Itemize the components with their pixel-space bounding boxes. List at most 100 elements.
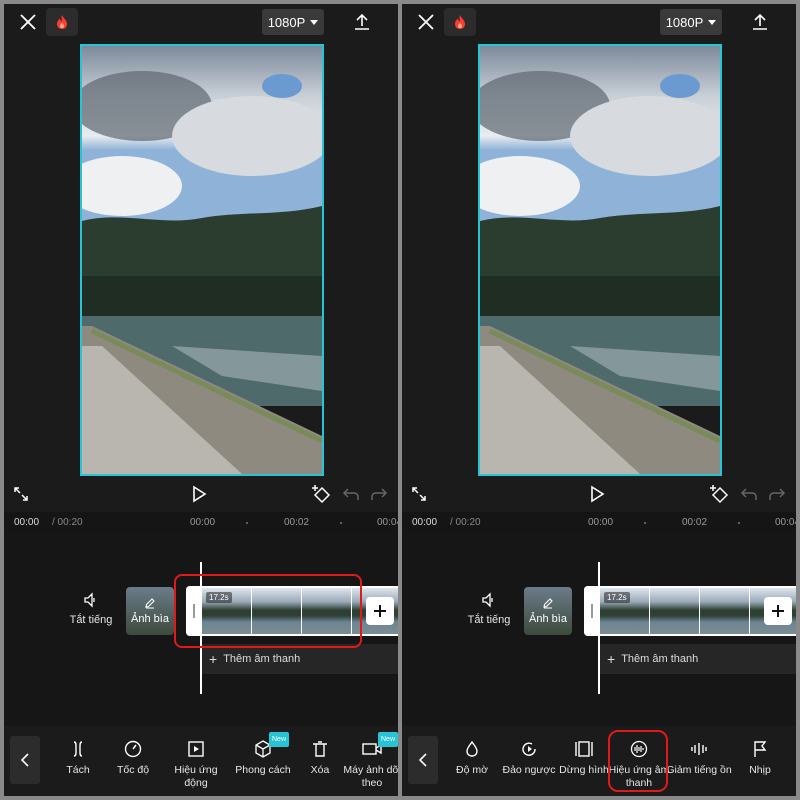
tool-label: Máy ảnh dõi theo bbox=[343, 764, 398, 789]
speed-icon bbox=[124, 740, 142, 758]
editor-panel-right: 1080P 00:00 / 00:20 00:00 00:02 00:0 Tắt… bbox=[402, 4, 796, 796]
chevron-left-icon bbox=[418, 753, 427, 767]
add-clip-button[interactable] bbox=[764, 597, 792, 625]
time-ruler: 00:00 / 00:20 00:00 00:02 00:04 bbox=[4, 512, 398, 532]
highlight-box-clip bbox=[174, 574, 362, 648]
add-clip-button[interactable] bbox=[366, 597, 394, 625]
tool-noise-reduction[interactable]: Giảm tiếng ồn bbox=[665, 740, 733, 777]
undo-icon[interactable] bbox=[740, 486, 760, 504]
add-audio-button[interactable]: + Thêm âm thanh bbox=[599, 644, 796, 674]
preview-scene bbox=[82, 46, 322, 474]
clip-frame bbox=[650, 588, 699, 634]
keyframe-icon[interactable] bbox=[311, 484, 335, 506]
close-icon[interactable] bbox=[16, 10, 40, 34]
ruler-dot bbox=[246, 522, 248, 524]
pencil-icon bbox=[145, 598, 155, 609]
clip-frame bbox=[700, 588, 749, 634]
tool-camera-track[interactable]: New Máy ảnh dõi theo bbox=[340, 732, 398, 790]
total-time: / 00:20 bbox=[450, 517, 481, 528]
pencil-icon bbox=[543, 598, 553, 609]
mute-label: Tắt tiếng bbox=[467, 614, 511, 626]
caret-down-icon bbox=[708, 19, 717, 25]
add-audio-button[interactable]: + Thêm âm thanh bbox=[201, 644, 398, 674]
speaker-icon bbox=[84, 592, 95, 608]
add-audio-label: Thêm âm thanh bbox=[223, 653, 301, 665]
fire-icon[interactable] bbox=[444, 8, 476, 36]
back-button[interactable] bbox=[408, 736, 438, 784]
tool-label: Giảm tiếng ồn bbox=[666, 764, 732, 776]
noise-reduction-icon bbox=[691, 743, 707, 755]
highlight-box-voice-effect bbox=[608, 730, 668, 792]
tool-speed[interactable]: Tốc độ bbox=[99, 740, 167, 777]
fullscreen-icon[interactable] bbox=[411, 486, 429, 504]
time-ruler: 00:00 / 00:20 00:00 00:02 00:04 bbox=[402, 512, 796, 532]
speaker-icon bbox=[482, 592, 493, 608]
redo-icon[interactable] bbox=[370, 486, 390, 504]
redo-icon[interactable] bbox=[768, 486, 788, 504]
resolution-label: 1080P bbox=[267, 14, 306, 30]
split-icon bbox=[73, 741, 83, 757]
cover-label: Ảnh bìa bbox=[131, 613, 169, 625]
flag-icon bbox=[754, 741, 767, 757]
plus-icon: + bbox=[607, 651, 616, 667]
video-preview[interactable] bbox=[478, 44, 722, 476]
reverse-icon bbox=[522, 742, 536, 756]
cover-button[interactable]: Ảnh bìa bbox=[524, 587, 572, 635]
export-icon[interactable] bbox=[350, 10, 374, 34]
playhead[interactable] bbox=[598, 562, 600, 694]
ruler-tick: 00:04 bbox=[377, 517, 398, 528]
tool-label: Đảo ngược bbox=[502, 764, 556, 776]
mute-button[interactable]: Tắt tiếng bbox=[66, 592, 116, 626]
ruler-tick: 00:00 bbox=[190, 517, 216, 528]
cover-button[interactable]: Ảnh bìa bbox=[126, 587, 174, 635]
tool-label: Xóa bbox=[310, 764, 330, 776]
opacity-icon bbox=[466, 740, 478, 757]
tool-label: Dừng hình bbox=[559, 764, 609, 776]
add-audio-label: Thêm âm thanh bbox=[621, 653, 699, 665]
fire-icon[interactable] bbox=[46, 8, 78, 36]
tool-label: Tốc độ bbox=[116, 764, 150, 776]
export-icon[interactable] bbox=[748, 10, 772, 34]
ruler-dot bbox=[644, 522, 646, 524]
ruler-tick: 00:02 bbox=[284, 517, 310, 528]
tool-animation[interactable]: Hiệu ứng động bbox=[162, 740, 230, 790]
tool-label: Tách bbox=[66, 764, 90, 776]
new-badge: New bbox=[378, 732, 398, 747]
editor-panel-left: 1080P 00:00 / 00:20 00:00 00:02 00:0 Tắt… bbox=[4, 4, 398, 796]
ruler-dot bbox=[340, 522, 342, 524]
top-bar: 1080P bbox=[4, 4, 398, 44]
video-preview[interactable] bbox=[80, 44, 324, 476]
clip-duration: 17.2s bbox=[604, 592, 630, 603]
ruler-tick: 00:00 bbox=[588, 517, 614, 528]
mute-button[interactable]: Tắt tiếng bbox=[464, 592, 514, 626]
close-icon[interactable] bbox=[414, 10, 438, 34]
top-bar: 1080P bbox=[402, 4, 796, 44]
plus-icon bbox=[772, 605, 784, 617]
freeze-icon bbox=[575, 741, 593, 757]
play-icon[interactable] bbox=[190, 485, 210, 505]
tool-label: Độ mờ bbox=[456, 764, 488, 776]
total-time: / 00:20 bbox=[52, 517, 83, 528]
caret-down-icon bbox=[310, 19, 319, 25]
cover-label: Ảnh bìa bbox=[529, 613, 567, 625]
fullscreen-icon[interactable] bbox=[13, 486, 31, 504]
tool-beat[interactable]: Nhịp bbox=[726, 740, 794, 777]
plus-icon: + bbox=[209, 651, 218, 667]
play-icon[interactable] bbox=[588, 485, 608, 505]
current-time: 00:00 bbox=[14, 517, 40, 528]
keyframe-icon[interactable] bbox=[709, 484, 733, 506]
tool-label: Nhịp bbox=[749, 764, 771, 776]
back-button[interactable] bbox=[10, 736, 40, 784]
mute-label: Tắt tiếng bbox=[69, 614, 113, 626]
resolution-dropdown[interactable]: 1080P bbox=[660, 9, 722, 35]
resolution-label: 1080P bbox=[665, 14, 704, 30]
tool-label: Hiệu ứng động bbox=[174, 764, 218, 789]
undo-icon[interactable] bbox=[342, 486, 362, 504]
ruler-dot bbox=[738, 522, 740, 524]
ruler-tick: 00:04 bbox=[775, 517, 796, 528]
bottom-toolbar: Độ mờ Đảo ngược Dừng hình Hiệu ứng âm th… bbox=[402, 726, 796, 796]
ruler-tick: 00:02 bbox=[682, 517, 708, 528]
resolution-dropdown[interactable]: 1080P bbox=[262, 9, 324, 35]
tool-label: Phong cách bbox=[235, 764, 291, 776]
preview-scene bbox=[480, 46, 720, 474]
